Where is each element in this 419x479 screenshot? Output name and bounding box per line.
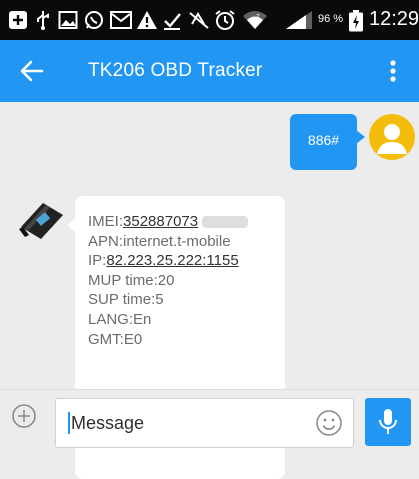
apn-line: APN:internet.t-mobile <box>88 232 231 250</box>
gmail-icon <box>110 9 132 31</box>
lang-line: LANG:En <box>88 310 152 328</box>
message-input[interactable]: Message <box>55 398 354 448</box>
ip-label: IP: <box>88 252 107 270</box>
alarm-icon <box>214 9 236 31</box>
message-placeholder: Message <box>71 413 145 433</box>
bubble-tail <box>356 130 365 144</box>
microphone-icon <box>379 409 397 434</box>
imei-link[interactable]: 352887073 <box>123 213 198 230</box>
user-avatar[interactable] <box>369 114 415 160</box>
app-bar: TK206 OBD Tracker <box>0 40 419 102</box>
battery-charging-icon <box>348 10 364 32</box>
obd-tracker-device-avatar[interactable] <box>15 199 67 243</box>
bubble-tail <box>67 218 76 232</box>
plus-square-icon <box>8 9 28 31</box>
more-options-icon[interactable] <box>386 57 400 85</box>
outgoing-message-text: 886# <box>307 132 340 148</box>
obd-device-icon <box>19 203 63 239</box>
incoming-message-body: IMEI:352887073 APN:internet.t-mobile IP:… <box>88 212 249 349</box>
message-composer: Message <box>0 389 419 448</box>
back-arrow-icon[interactable] <box>18 57 46 85</box>
signal-icon <box>284 9 314 31</box>
emoji-icon[interactable] <box>315 409 343 437</box>
sup-line: SUP time:5 <box>88 291 164 309</box>
wifi-icon: ? <box>242 9 268 31</box>
image-icon <box>58 9 78 31</box>
download-icon <box>162 9 182 31</box>
usb-icon <box>34 9 52 31</box>
person-icon <box>377 124 407 154</box>
battery-percentage: 96 % <box>318 13 344 25</box>
add-attachment-icon[interactable] <box>11 403 37 429</box>
gmt-line: GMT:E0 <box>88 330 143 348</box>
imei-label: IMEI: <box>88 213 124 230</box>
whatsapp-icon <box>84 9 104 31</box>
ip-link[interactable]: 82.223.25.222:1155 <box>106 252 238 269</box>
voice-input-button[interactable] <box>365 398 411 446</box>
redacted-block <box>202 216 249 229</box>
clock: 12:29 <box>369 8 419 30</box>
svg-text:?: ? <box>256 13 260 21</box>
imei-line: IMEI:352887073 <box>88 212 249 232</box>
text-cursor <box>68 412 70 434</box>
warning-icon <box>136 9 158 31</box>
outgoing-message-bubble[interactable]: 886# <box>290 114 365 170</box>
message-list[interactable]: 886# IMEI:352887073 APN:internet.t-mobil… <box>0 102 419 479</box>
mute-icon <box>188 9 210 31</box>
status-bar: ? 96 % 12:29 <box>0 0 419 40</box>
conversation-title: TK206 OBD Tracker <box>88 60 263 81</box>
mup-line: MUP time:20 <box>88 271 175 289</box>
ip-line: IP:82.223.25.222:1155 <box>88 251 248 271</box>
